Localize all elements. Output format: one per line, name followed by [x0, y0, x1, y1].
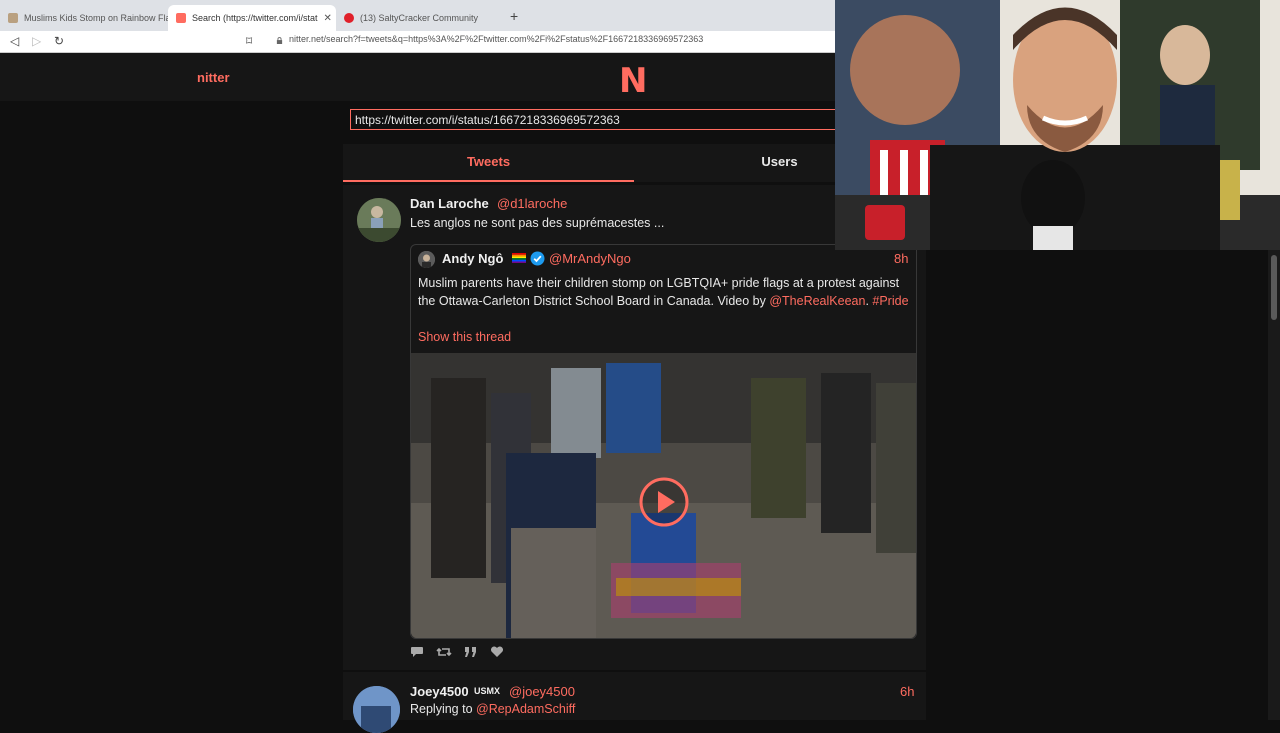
close-tab-icon[interactable]: ✕ [324, 13, 332, 24]
quote-avatar[interactable] [418, 251, 435, 268]
search-tabs: Tweets Users [343, 144, 835, 182]
search-input[interactable] [350, 109, 836, 130]
webcam-overlay [835, 0, 1280, 250]
browser-tab-active[interactable]: Search (https://twitter.com/i/stat ✕ [168, 5, 336, 31]
browser-tab-strip: Muslims Kids Stomp on Rainbow Flag Searc… [0, 0, 835, 31]
reload-button[interactable]: ↻ [54, 34, 64, 48]
tab-favicon-icon [344, 13, 354, 23]
quote-author-handle[interactable]: @MrAndyNgo [549, 251, 631, 266]
forward-button[interactable]: ▷ [32, 34, 41, 48]
webcam-image [835, 0, 1280, 250]
quote-author-name[interactable]: Andy Ngô [442, 251, 503, 266]
avatar[interactable] [357, 198, 401, 242]
tweet-author-name[interactable]: Joey4500 [410, 684, 469, 699]
quote-icon[interactable] [464, 646, 478, 658]
nitter-navbar: nitter N [0, 53, 835, 101]
tab-title: Muslims Kids Stomp on Rainbow Flag [24, 13, 168, 23]
browser-tab[interactable]: (13) SaltyCracker Community [336, 5, 504, 31]
tweet-timestamp[interactable]: 6h [900, 684, 914, 699]
tweet-actions [410, 646, 504, 658]
show-thread-link[interactable]: Show this thread [418, 330, 511, 344]
avatar-image [357, 198, 401, 242]
rainbow-flag-icon [512, 253, 526, 263]
replying-prefix: Replying to [410, 702, 477, 716]
tab-title: (13) SaltyCracker Community [360, 13, 479, 23]
url-text[interactable]: nitter.net/search?f=tweets&q=https%3A%2F… [289, 34, 703, 44]
tab-favicon-icon [176, 13, 186, 23]
nitter-brand-link[interactable]: nitter [197, 70, 230, 85]
new-tab-button[interactable]: + [510, 8, 518, 24]
tweet-author-name[interactable]: Dan Laroche [410, 196, 489, 211]
back-button[interactable]: ◁ [10, 34, 19, 48]
tweet-author-handle[interactable]: @joey4500 [509, 684, 575, 699]
avatar-image [353, 686, 400, 733]
retweet-icon[interactable] [436, 646, 452, 658]
quote-text: Muslim parents have their children stomp… [418, 275, 913, 310]
tab-tweets[interactable]: Tweets [343, 144, 634, 182]
quote-avatar-image [418, 251, 435, 268]
video-thumbnail[interactable] [411, 353, 916, 638]
comment-icon[interactable] [410, 646, 424, 658]
address-bar: ◁ ▷ ↻ ⌑ nitter.net/search?f=tweets&q=htt… [0, 31, 835, 53]
tab-favicon-icon [8, 13, 18, 23]
tweet-author-handle[interactable]: @d1laroche [497, 196, 567, 211]
avatar[interactable] [353, 686, 400, 733]
tweet-text: Les anglos ne sont pas des suprémacestes… [410, 216, 665, 230]
quote-timestamp[interactable]: 8h [894, 251, 908, 266]
verified-badge-icon [530, 251, 545, 266]
replying-to: Replying to @RepAdamSchiff [410, 701, 830, 719]
lock-icon [276, 37, 283, 44]
hashtag-link[interactable]: #Pride [872, 294, 908, 308]
tweet-author-badge: USMX [474, 686, 501, 696]
scrollbar-thumb[interactable] [1271, 255, 1277, 320]
scrollbar-track[interactable] [1268, 250, 1280, 720]
tab-users[interactable]: Users [634, 144, 835, 182]
heart-icon[interactable] [490, 646, 504, 658]
replying-to-link[interactable]: @RepAdamSchiff [476, 702, 575, 716]
tab-title: Search (https://twitter.com/i/stat [192, 13, 318, 23]
mention-link[interactable]: @TheRealKeean [769, 294, 865, 308]
browser-tab[interactable]: Muslims Kids Stomp on Rainbow Flag [0, 5, 168, 31]
play-icon[interactable] [638, 476, 690, 528]
bookmark-icon[interactable]: ⌑ [246, 34, 252, 48]
nitter-logo[interactable]: N [619, 61, 647, 101]
